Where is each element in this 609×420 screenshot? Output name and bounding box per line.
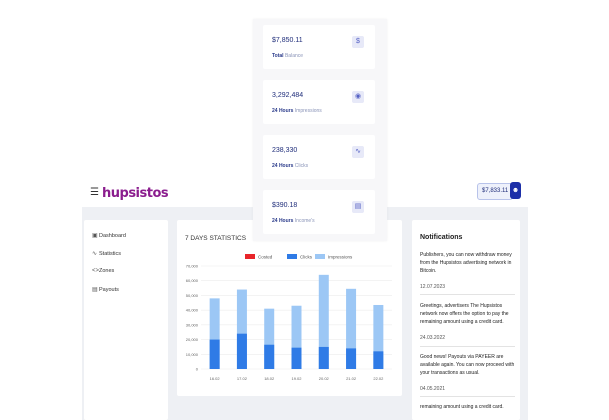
sidebar-item-label: Zones <box>99 268 115 274</box>
divider <box>420 294 515 295</box>
dollar-icon: $ <box>352 36 364 48</box>
legend-label: Clicks <box>300 255 313 260</box>
legend-swatch <box>315 254 325 259</box>
stat-value: $7,850.11 <box>272 37 303 44</box>
notification-date: 24.03.2022 <box>420 335 446 341</box>
x-tick-label: 21.02 <box>346 376 357 381</box>
bar-clicks <box>236 333 247 369</box>
x-tick-label: 22.02 <box>373 376 384 381</box>
stat-card-income[interactable]: $390.18 24 Hours Income's ▤ <box>263 190 375 234</box>
document-icon: ▤ <box>92 287 98 293</box>
hamburger-menu-icon[interactable]: ☰ <box>90 187 99 198</box>
notification-text: Greetings, advertisers The Hupsistos net… <box>420 303 509 325</box>
y-tick-label: 20,000 <box>186 337 199 342</box>
sidebar: ▣Dashboard ∿ Statistics <>Zones ▤Payouts <box>84 220 168 420</box>
stat-label: 24 Hours Impressions <box>272 108 322 114</box>
legend-label: Costed <box>258 255 273 260</box>
bar-clicks <box>373 351 384 369</box>
sidebar-item-statistics[interactable]: ∿ Statistics <box>92 250 121 257</box>
notification-date: 04.05.2021 <box>420 386 446 392</box>
y-tick-label: 40,000 <box>186 308 199 313</box>
divider <box>420 396 515 397</box>
legend-swatch <box>287 254 297 259</box>
divider <box>420 346 515 347</box>
eye-icon: ◉ <box>352 91 364 103</box>
y-tick-label: 70,000 <box>186 264 199 269</box>
stat-value: 3,292,484 <box>272 92 304 99</box>
y-tick-label: 50,000 <box>186 293 199 298</box>
bar-clicks <box>318 346 329 369</box>
sidebar-item-label: Dashboard <box>99 233 126 239</box>
bar-clicks <box>209 339 220 369</box>
notifications-panel: Notifications Publishers, you can now wi… <box>412 220 520 420</box>
stat-label: Total Balance <box>272 53 304 59</box>
notification-text: Good news! Payouts via PAYEER are availa… <box>420 354 515 376</box>
notification-date: 12.07.2023 <box>420 284 446 290</box>
stat-label: 24 Hours Clicks <box>272 163 309 169</box>
stat-card-balance[interactable]: $7,850.11 Total Balance $ <box>263 25 375 69</box>
bar-clicks <box>346 348 357 369</box>
x-tick-label: 18.02 <box>264 376 275 381</box>
code-icon: <> <box>92 268 100 274</box>
x-tick-label: 20.02 <box>319 376 330 381</box>
stat-value: 238,330 <box>272 147 298 154</box>
y-tick-label: 30,000 <box>186 322 199 327</box>
x-tick-label: 16.02 <box>210 376 221 381</box>
dashboard-icon: ▣ <box>92 233 98 239</box>
sidebar-item-dashboard[interactable]: ▣Dashboard <box>92 232 126 239</box>
y-tick-label: 0 <box>196 367 199 372</box>
y-tick-label: 10,000 <box>186 352 199 357</box>
logo[interactable]: hupsistos <box>102 186 169 201</box>
legend-label: Impressions <box>328 255 353 260</box>
sidebar-item-label: Payouts <box>99 287 119 293</box>
notification-text: remaining amount using a credit card. <box>420 404 504 410</box>
statistics-chart: 70,000 60,000 50,000 40,000 30,000 20,000 10,0… <box>186 254 392 381</box>
x-tick-label: 19.02 <box>291 376 302 381</box>
bar-clicks <box>291 347 302 369</box>
balance-button[interactable]: $7,833.11 <box>477 183 514 200</box>
notification-text: Publishers, you can now withdraw money f… <box>420 252 512 274</box>
legend-swatch <box>245 254 255 259</box>
stat-label: 24 Hours Income's <box>272 218 315 224</box>
notifications-title: Notifications <box>420 234 463 241</box>
sidebar-item-zones[interactable]: <>Zones <box>92 268 114 274</box>
y-tick-label: 60,000 <box>186 278 199 283</box>
wallet-icon: ▤ <box>352 201 364 213</box>
sidebar-item-payouts[interactable]: ▤Payouts <box>92 286 119 293</box>
bar-clicks <box>264 344 275 369</box>
sidebar-item-label: Statistics <box>99 251 122 257</box>
activity-icon: ∿ <box>352 146 364 158</box>
statistics-panel: 7 DAYS STATISTICS 70,000 60,000 50,000 40,0… <box>177 220 402 396</box>
x-tick-label: 17.02 <box>237 376 248 381</box>
stat-value: $390.18 <box>272 202 298 209</box>
stats-cards-overlay: $7,850.11 Total Balance $ 3,292,484 24 H… <box>253 19 387 241</box>
user-icon[interactable]: ☻ <box>510 182 521 199</box>
statistics-icon: ∿ <box>92 251 98 257</box>
stat-card-impressions[interactable]: 3,292,484 24 Hours Impressions ◉ <box>263 80 375 124</box>
stat-card-clicks[interactable]: 238,330 24 Hours Clicks ∿ <box>263 135 375 179</box>
